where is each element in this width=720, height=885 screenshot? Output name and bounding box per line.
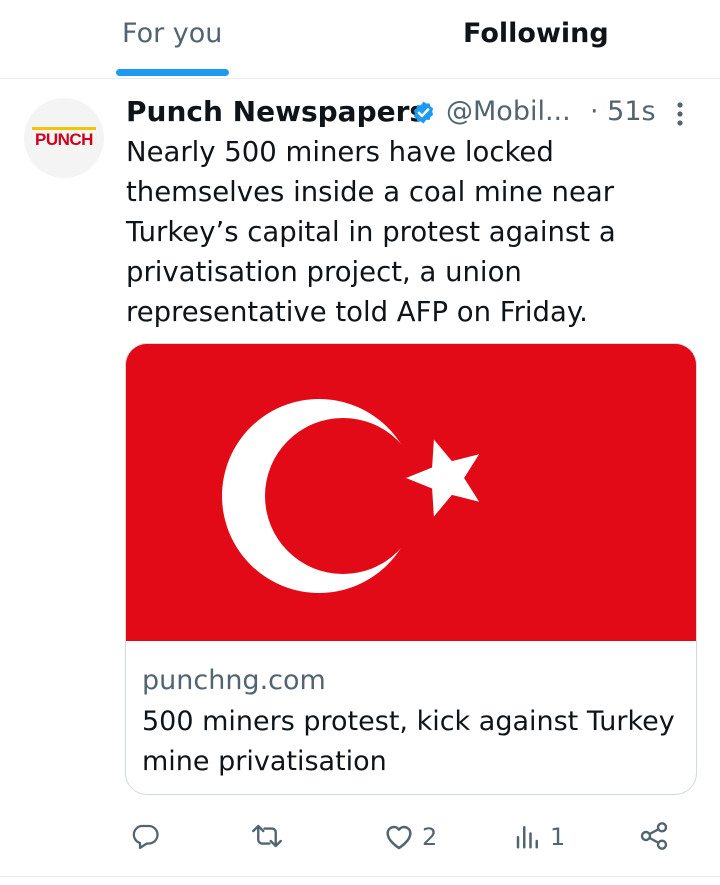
like-count: 2 bbox=[422, 823, 438, 851]
repost-button[interactable] bbox=[250, 812, 292, 862]
view-count: 1 bbox=[550, 823, 566, 851]
card-title: 500 miners protest, kick against Turkey … bbox=[142, 706, 675, 777]
tweet-text: Nearly 500 miners have locked themselves… bbox=[126, 136, 616, 328]
card-domain: punchng.com bbox=[142, 665, 326, 696]
tweet-actions: 2 1 bbox=[0, 812, 720, 862]
views-icon bbox=[516, 826, 538, 849]
turkey-flag-image bbox=[126, 344, 696, 641]
like-icon bbox=[386, 825, 412, 850]
author-handle[interactable]: @Mobil... bbox=[446, 90, 571, 134]
author-name[interactable]: Punch Newspapers bbox=[126, 90, 426, 134]
repost-icon bbox=[252, 824, 282, 848]
tab-for-you[interactable]: For you bbox=[122, 14, 222, 54]
verified-badge-icon bbox=[413, 101, 434, 124]
share-button[interactable] bbox=[638, 812, 678, 862]
reply-icon bbox=[132, 824, 159, 849]
share-icon bbox=[640, 822, 668, 850]
more-options-icon[interactable] bbox=[674, 101, 686, 127]
views-button[interactable]: 1 bbox=[513, 812, 573, 862]
tweet-timestamp[interactable]: · 51s bbox=[590, 90, 656, 134]
bottom-divider bbox=[0, 876, 720, 877]
punch-logo: PUNCH bbox=[32, 127, 96, 149]
reply-button[interactable] bbox=[130, 812, 170, 862]
tab-following[interactable]: Following bbox=[463, 14, 609, 54]
link-card[interactable]: punchng.com 500 miners protest, kick aga… bbox=[125, 343, 697, 795]
avatar-logo-text: PUNCH bbox=[35, 130, 93, 149]
active-tab-indicator bbox=[116, 69, 229, 76]
card-image bbox=[126, 344, 696, 641]
timeline-tabs: For you Following bbox=[0, 0, 720, 79]
tweet-header: Punch Newspapers @Mobil... · 51s bbox=[126, 90, 706, 134]
avatar[interactable]: PUNCH bbox=[24, 98, 104, 178]
like-button[interactable]: 2 bbox=[383, 812, 443, 862]
